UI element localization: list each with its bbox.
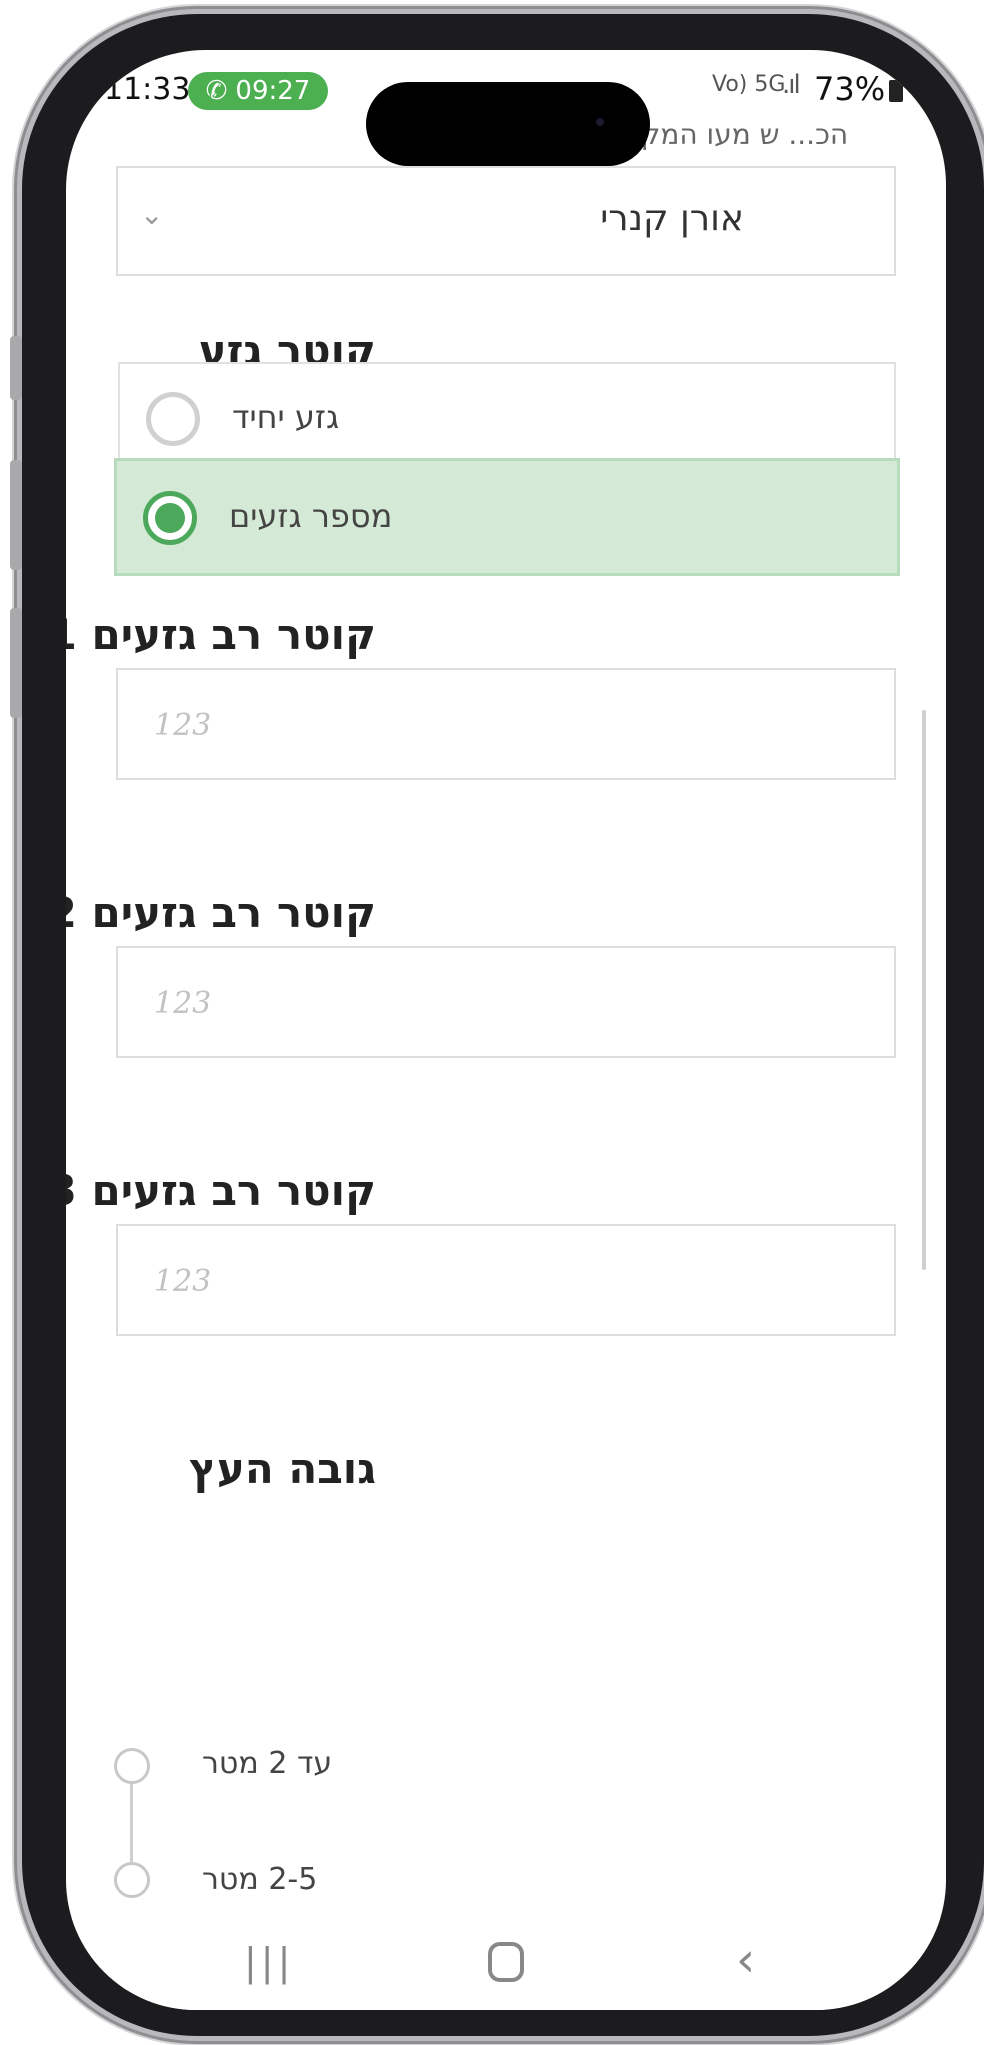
height-option-radio[interactable] <box>114 1862 150 1898</box>
multi-trunk-02-heading: קוטר רב גזעים 02 <box>66 888 376 937</box>
call-timer: 09:27 <box>235 76 311 106</box>
scrollbar[interactable] <box>922 710 926 1270</box>
phone-volume-up <box>10 460 22 570</box>
back-icon[interactable]: ‹ <box>736 1932 755 1988</box>
numeric-placeholder: 123 <box>154 986 212 1021</box>
numeric-placeholder: 123 <box>154 1264 212 1299</box>
clock: 11:33 <box>104 72 191 107</box>
tree-height-heading: גובה העץ <box>189 1444 376 1493</box>
multi-trunk-02-input[interactable]: 123 <box>116 946 896 1058</box>
option-label: גזע יחיד <box>232 398 340 436</box>
phone-side-button <box>10 336 22 400</box>
multi-trunk-03-heading: קוטר רב גזעים 03 <box>66 1166 376 1215</box>
multi-trunk-03-input[interactable]: 123 <box>116 1224 896 1336</box>
phone-icon: ✆ <box>205 76 228 106</box>
recent-apps-icon[interactable]: ||| <box>244 1940 294 1984</box>
multi-trunk-01-heading: קוטר רב גזעים 01 <box>66 610 376 659</box>
network-indicator: Vo) 5G <box>712 72 786 97</box>
navigation-bar: ||| ‹ <box>66 1918 946 2010</box>
ongoing-call-pill[interactable]: ✆ 09:27 <box>188 72 328 110</box>
numeric-placeholder: 123 <box>154 708 212 743</box>
height-option-radio[interactable] <box>114 1748 150 1784</box>
radio-selected-icon <box>143 491 197 545</box>
home-icon[interactable] <box>488 1942 524 1982</box>
tree-species-select[interactable]: אורן קנרי ⌄ <box>116 166 896 276</box>
battery-icon <box>889 80 904 102</box>
tree-species-value: אורן קנרי <box>600 198 744 239</box>
option-single-trunk[interactable]: גזע יחיד <box>118 362 896 472</box>
height-option-up-to-2[interactable]: עד 2 מטר <box>202 1746 332 1781</box>
height-option-2-5[interactable]: 2-5 מטר <box>202 1862 317 1897</box>
chevron-down-icon: ⌄ <box>140 198 164 231</box>
dynamic-island <box>366 82 650 166</box>
phone-volume-down <box>10 608 22 718</box>
option-multi-trunk[interactable]: מספר גזעים <box>114 458 900 576</box>
phone-screen: הכ... ש מעו המקו דוך אורן קנרי ⌄ קוטר גז… <box>66 50 946 2010</box>
option-label: מספר גזעים <box>229 497 393 535</box>
multi-trunk-01-input[interactable]: 123 <box>116 668 896 780</box>
camera-dot <box>596 118 604 126</box>
radio-icon <box>146 392 200 446</box>
battery-indicator: 73% <box>814 70 904 108</box>
signal-icon: .ıl <box>782 70 801 100</box>
